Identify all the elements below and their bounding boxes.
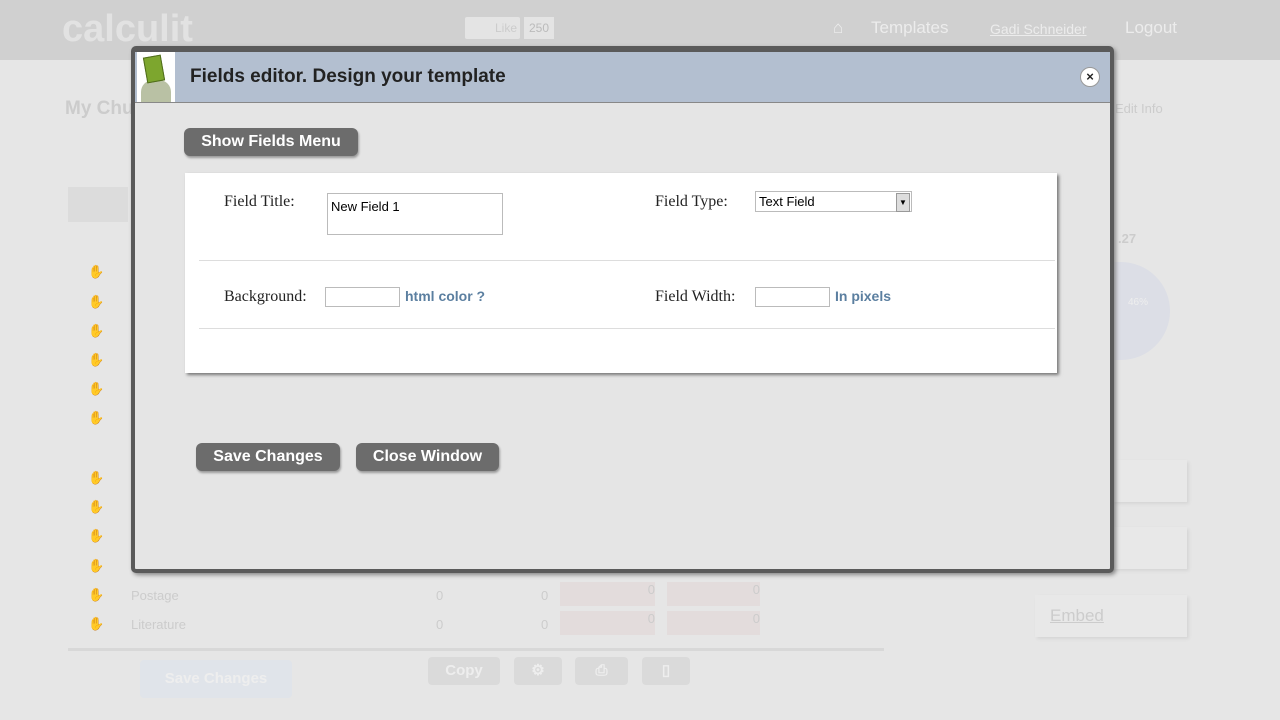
table-bottom (68, 648, 884, 651)
row-name: Postage (131, 588, 179, 603)
show-fields-menu-button[interactable]: Show Fields Menu (184, 128, 358, 156)
hand-icon[interactable]: ✋ (88, 294, 104, 310)
close-icon[interactable]: × (1080, 67, 1100, 87)
field-settings-panel: Field Title: Field Type: Text Field ▼ Bac… (185, 173, 1057, 373)
pie-label: 46% (1128, 297, 1149, 308)
cell: 0 (541, 588, 549, 603)
field-type-select[interactable]: Text Field ▼ (755, 191, 912, 212)
gear-icon[interactable]: ⚙ (514, 657, 562, 685)
bg-save-changes-button[interactable]: Save Changes (140, 660, 292, 698)
cell-input[interactable]: 0 (667, 611, 760, 635)
nav-templates[interactable]: Templates (871, 18, 948, 38)
hand-icon[interactable]: ✋ (88, 558, 104, 574)
calculator-avatar-icon (137, 52, 175, 102)
divider (199, 328, 1055, 329)
like-count: 250 (524, 17, 554, 39)
home-icon[interactable]: ⌂ (833, 18, 843, 38)
in-pixels-hint: In pixels (835, 288, 892, 304)
bg-tab (68, 187, 128, 222)
cell: 0 (436, 617, 444, 632)
copy-button[interactable]: Copy (428, 657, 500, 685)
dropdown-arrow-icon[interactable]: ▼ (896, 193, 910, 212)
cell: 0 (436, 588, 444, 603)
print-icon[interactable]: ⎙ (575, 657, 628, 685)
field-width-input[interactable] (755, 287, 830, 307)
hand-icon[interactable]: ✋ (88, 352, 104, 368)
nav-user[interactable]: Gadi Schneider (990, 21, 1087, 37)
hand-icon[interactable]: ✋ (88, 381, 104, 397)
hand-icon[interactable]: ✋ (88, 587, 104, 603)
field-title-input[interactable] (327, 193, 503, 235)
divider (199, 260, 1055, 261)
background-label: Background: (224, 288, 307, 305)
fields-editor-dialog: Fields editor. Design your template × Sh… (131, 46, 1114, 573)
hand-icon[interactable]: ✋ (88, 470, 104, 486)
field-type-value: Text Field (759, 194, 815, 209)
hand-icon[interactable]: ✋ (88, 499, 104, 515)
hand-icon[interactable]: ✋ (88, 616, 104, 632)
close-window-button[interactable]: Close Window (356, 443, 499, 471)
hand-icon[interactable]: ✋ (88, 528, 104, 544)
row-name: Literature (131, 617, 186, 632)
cell-input[interactable]: 0 (667, 582, 760, 606)
cell: 0 (541, 617, 549, 632)
field-title-label: Field Title: (224, 193, 295, 210)
hand-icon[interactable]: ✋ (88, 410, 104, 426)
field-type-label: Field Type: (655, 193, 728, 210)
edit-info-link[interactable]: Edit Info (1115, 101, 1163, 116)
bg-number: .27 (1118, 231, 1137, 246)
dialog-titlebar: Fields editor. Design your template × (135, 52, 1110, 103)
cell-input[interactable]: 0 (560, 582, 655, 606)
field-width-label: Field Width: (655, 288, 736, 305)
embed-button[interactable]: Embed (1035, 595, 1187, 637)
cell-input[interactable]: 0 (560, 611, 655, 635)
save-changes-button[interactable]: Save Changes (196, 443, 340, 471)
page-title: My Chu (65, 98, 134, 119)
logo[interactable]: calculit (62, 8, 193, 51)
like-button[interactable]: Like (465, 17, 520, 39)
hand-icon[interactable]: ✋ (88, 323, 104, 339)
background-color-input[interactable] (325, 287, 400, 307)
nav-logout[interactable]: Logout (1125, 18, 1177, 38)
page-icon[interactable]: ▯ (642, 657, 690, 685)
html-color-help-link[interactable]: html color ? (405, 288, 485, 304)
dialog-title: Fields editor. Design your template (190, 66, 506, 87)
hand-icon[interactable]: ✋ (88, 264, 104, 280)
